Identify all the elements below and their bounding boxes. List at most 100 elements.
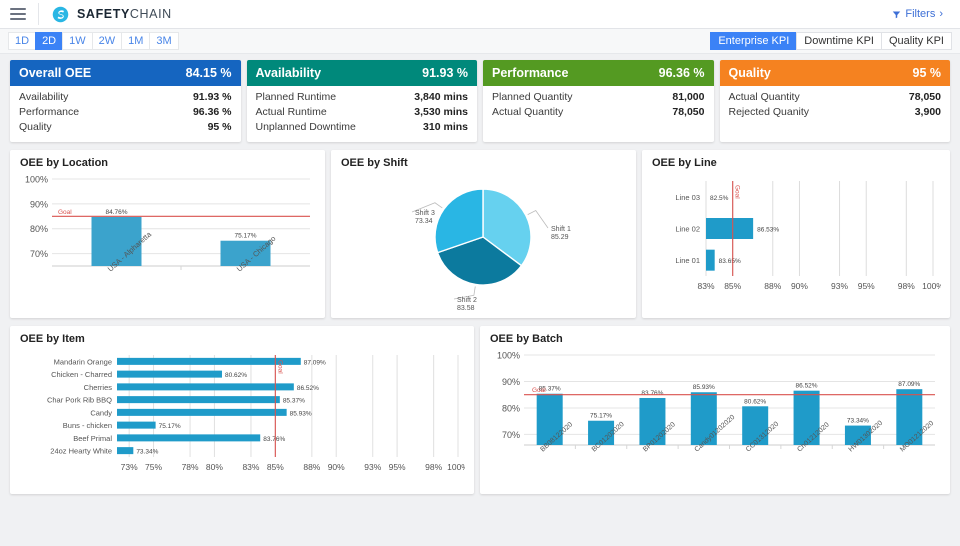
brand-text: SAFETYCHAIN <box>77 7 172 21</box>
bar[interactable] <box>117 408 287 416</box>
y-tick-label: Line 01 <box>675 256 700 265</box>
kpi-card-header: Performance 96.36 % <box>483 60 714 86</box>
bar[interactable] <box>117 447 134 455</box>
kpi-metric-label: Performance <box>19 106 80 118</box>
bar-value-label: 86.52% <box>297 385 319 392</box>
pie-value-label: 85.29 <box>551 234 569 241</box>
chart-oee-by-item: 73% 75% 78% 80% 83% 85% 88% 90% 93% 95% 98% 100% Man… <box>47 355 469 472</box>
kpi-metric-value: 3,840 mins <box>414 91 468 103</box>
x-tick-label: 95% <box>389 462 406 472</box>
filters-button[interactable]: Filters › <box>885 4 950 24</box>
kpi-card-header: Availability 91.93 % <box>246 60 477 86</box>
bar-value-label: 73.34% <box>847 418 869 425</box>
kpi-metric-value: 3,530 mins <box>414 106 468 118</box>
x-tick-label: 95% <box>858 281 875 291</box>
bar-value-label: 75.17% <box>590 413 612 420</box>
bar[interactable] <box>117 421 156 429</box>
y-tick-label: Mandarin Orange <box>54 357 112 366</box>
filter-icon <box>893 11 901 18</box>
goal-label: Goal <box>58 209 72 216</box>
x-tick-label: 83% <box>697 281 714 291</box>
x-tick-label: 85% <box>724 281 741 291</box>
x-tick-label: 93% <box>831 281 848 291</box>
kpi-metric-row: Actual Quantity 78,050 <box>729 90 942 105</box>
x-tick-label: 93% <box>364 462 381 472</box>
y-tick-label: Beef Primal <box>73 434 112 443</box>
y-tick-label: 90% <box>30 199 48 209</box>
bar[interactable] <box>117 370 222 378</box>
kpi-tab-group: Enterprise KPI Downtime KPI Quality KPI <box>710 32 952 50</box>
panel-title: OEE by Shift <box>341 157 408 169</box>
goal-label: Goal <box>734 185 741 199</box>
panel-oee-by-batch: OEE by Batch 70% 80% 90% 100% 85.37% BB081220… <box>480 326 950 494</box>
kpi-card-quality: Quality 95 % Actual Quantity 78,050 Rejected… <box>719 60 950 142</box>
tab-quality-kpi[interactable]: Quality KPI <box>880 32 952 50</box>
y-tick-label: 80% <box>502 403 520 413</box>
range-1w[interactable]: 1W <box>62 32 92 50</box>
kpi-value: 96.36 % <box>658 66 705 80</box>
pie-label: Shift 2 <box>457 297 477 304</box>
kpi-metric-value: 96.36 % <box>192 106 232 118</box>
goal-label: Goal <box>532 387 546 394</box>
bar[interactable] <box>117 383 294 391</box>
bar[interactable] <box>117 434 261 442</box>
kpi-metric-label: Availability <box>19 91 69 103</box>
chart-oee-by-line: 83% 85% 88% 90% 93% 95% 98% 100% Line 03 82.5% Lin… <box>675 181 944 291</box>
kpi-metric-row: Unplanned Downtime 310 mins <box>256 120 469 135</box>
header-divider <box>38 3 39 25</box>
goal-label: Goal <box>276 360 283 374</box>
bar[interactable] <box>117 396 280 404</box>
panel-title: OEE by Batch <box>490 333 563 345</box>
filters-label: Filters <box>905 8 936 20</box>
chart-oee-by-shift: Shift 185.29 Shift 283.58 Shift 373.34 <box>411 188 571 312</box>
y-tick-label: 90% <box>502 377 520 387</box>
kpi-metric-value: 78,050 <box>672 106 705 118</box>
range-2w[interactable]: 2W <box>91 32 122 50</box>
kpi-title: Quality <box>728 66 771 80</box>
y-tick-label: Char Pork Rib BBQ <box>47 396 112 405</box>
brand-logo: SAFETYCHAIN <box>51 5 172 24</box>
chart-oee-by-batch: 70%80%90%100%85.37%BB0812202075.17%BC012… <box>497 351 935 454</box>
y-tick-label: 70% <box>30 249 48 259</box>
bar[interactable] <box>706 249 715 271</box>
panel-oee-by-location: OEE by Location 70% 80% 90% 100% 84.76% USA -… <box>10 150 325 318</box>
bar-value-label: 84.76% <box>105 209 127 216</box>
bar-value-label: 86.53% <box>757 227 779 234</box>
x-tick-label: 88% <box>764 281 781 291</box>
bar-value-label: 83.65% <box>719 258 741 265</box>
brand-name-bold: SAFETY <box>77 7 130 21</box>
range-1m[interactable]: 1M <box>121 32 150 50</box>
hamburger-icon[interactable] <box>10 8 26 20</box>
tab-downtime-kpi[interactable]: Downtime KPI <box>796 32 881 50</box>
bar-value-label: 87.09% <box>304 359 326 366</box>
x-tick-label: 73% <box>121 462 138 472</box>
x-tick-label: 78% <box>182 462 199 472</box>
y-tick-label: Buns - chicken <box>63 421 112 430</box>
kpi-metric-row: Quality 95 % <box>19 120 232 135</box>
x-tick-label: 100% <box>922 281 941 291</box>
range-2d[interactable]: 2D <box>35 32 63 50</box>
x-tick-label: 88% <box>303 462 320 472</box>
kpi-metric-row: Planned Runtime 3,840 mins <box>256 90 469 105</box>
y-tick-label: Candy <box>90 408 112 417</box>
range-3m[interactable]: 3M <box>149 32 179 50</box>
kpi-metric-label: Rejected Quanity <box>728 106 810 118</box>
pie-label: Shift 1 <box>551 226 571 233</box>
bar-value-label: 73.34% <box>136 449 158 456</box>
date-range-selector: 1D 2D 1W 2W 1M 3M <box>8 32 179 50</box>
kpi-card-body: Availability 91.93 % Performance 96.36 % Qua… <box>10 86 241 142</box>
kpi-metric-row: Rejected Quanity 3,900 <box>729 105 942 120</box>
range-1d[interactable]: 1D <box>8 32 36 50</box>
tab-enterprise-kpi[interactable]: Enterprise KPI <box>710 32 797 50</box>
kpi-card-availability: Availability 91.93 % Planned Runtime 3,840 … <box>246 60 477 142</box>
y-tick-label: Line 03 <box>675 193 700 202</box>
bar-value-label: 80.62% <box>744 398 766 405</box>
bar[interactable] <box>117 357 301 365</box>
bar[interactable] <box>706 218 754 239</box>
kpi-metric-label: Planned Runtime <box>255 91 337 103</box>
panel-oee-by-line: OEE by Line 83% 85% 88% 90% 93% 95% 98% 100% Lin… <box>642 150 950 318</box>
kpi-value: 91.93 % <box>422 66 468 80</box>
chart-oee-by-location: 70%80%90%100%84.76%USA - Alpharetta 75.17… <box>25 175 310 273</box>
kpi-metric-value: 310 mins <box>423 121 468 133</box>
panel-title: OEE by Item <box>20 333 85 345</box>
